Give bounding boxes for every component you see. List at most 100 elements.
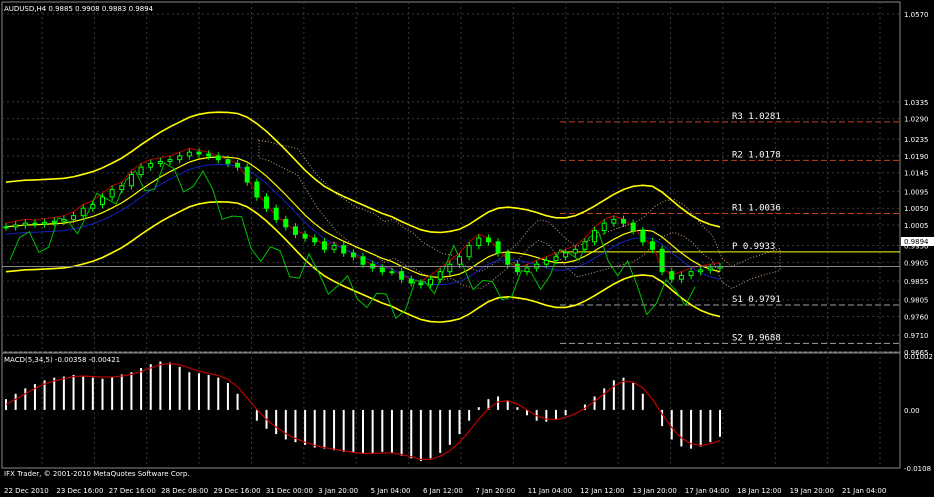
candle-body <box>90 203 96 209</box>
candle-body <box>514 263 520 273</box>
candle-body <box>707 267 713 271</box>
candle-body <box>292 226 298 235</box>
y-tick-label: 0.9855 <box>904 278 929 286</box>
candle-body <box>437 271 443 280</box>
candle-body <box>563 252 569 258</box>
pivot-label-s2: S2 0.9688 <box>732 333 781 343</box>
candle-body <box>485 237 491 243</box>
candle-body <box>157 161 163 164</box>
candle-body <box>582 241 588 250</box>
y-tick-label: 0.9905 <box>904 259 929 267</box>
macd-panel <box>5 361 721 462</box>
chart-canvas[interactable]: R3 1.0281 R2 1.0178 R1 1.0036 P 0.9933 S1 0.… <box>0 0 934 497</box>
candle-body <box>688 271 694 276</box>
y-tick-label: 1.0235 <box>904 136 929 144</box>
y-tick-label: 1.0095 <box>904 188 929 196</box>
candle-body <box>543 259 549 265</box>
candle-body <box>148 162 154 168</box>
candle-body <box>3 226 9 229</box>
y-tick-label: 1.0570 <box>904 11 929 19</box>
candle-body <box>572 248 578 254</box>
y-tick-label: 1.0050 <box>904 205 929 213</box>
candle-body <box>505 252 511 265</box>
candle-body <box>51 220 57 223</box>
pivot-label-r2: R2 1.0178 <box>732 150 781 160</box>
candle-body <box>186 151 192 157</box>
candle-body <box>456 256 462 265</box>
candle-body <box>264 196 270 209</box>
candle-body <box>698 269 704 273</box>
candle-body <box>109 189 115 198</box>
symbol-header: AUDUSD,H4 0.9885 0.9908 0.9883 0.9894 <box>4 5 154 13</box>
y-tick-label: 1.0145 <box>904 170 929 178</box>
candle-body <box>138 166 144 176</box>
pivot-label-r3: R3 1.0281 <box>732 112 781 122</box>
candle-body <box>128 174 134 187</box>
candle-body <box>466 245 472 258</box>
candle-body <box>13 224 19 228</box>
x-tick-label: 6 Jan 12:00 <box>423 487 463 495</box>
candle-body <box>42 221 48 225</box>
x-tick-label: 12 Jan 12:00 <box>580 487 624 495</box>
candle-body <box>71 215 77 220</box>
y-tick-label: 1.0335 <box>904 99 929 107</box>
candle-body <box>611 218 617 224</box>
y-tick-label: 1.0290 <box>904 116 929 124</box>
candle-body <box>592 230 598 243</box>
candle-body <box>225 159 231 164</box>
pivot-label-p: P 0.9933 <box>732 242 775 252</box>
pivot-lines: R3 1.0281 R2 1.0178 R1 1.0036 P 0.9933 S1 0.… <box>560 112 900 344</box>
x-tick-label: 27 Dec 16:00 <box>109 487 156 495</box>
candle-body <box>669 271 675 280</box>
y-tick-label: 1.0005 <box>904 222 929 230</box>
macd-y-tick-label: 0.00 <box>904 407 920 415</box>
x-tick-label: 22 Dec 2010 <box>4 487 49 495</box>
y-tick-label: 0.9710 <box>904 332 929 340</box>
candle-body <box>254 181 260 198</box>
candle-body <box>659 248 665 273</box>
candle-body <box>215 155 221 161</box>
candle-body <box>389 271 395 274</box>
pivot-label-s1: S1 0.9791 <box>732 295 781 305</box>
copyright-text: IFX Trader, © 2001-2010 MetaQuotes Softw… <box>4 470 190 478</box>
y-tick-label: 1.0190 <box>904 153 929 161</box>
x-tick-label: 18 Jan 12:00 <box>737 487 781 495</box>
x-tick-label: 5 Jan 04:00 <box>371 487 411 495</box>
candle-body <box>235 162 241 168</box>
candle-body <box>244 166 250 183</box>
y-tick-label: 0.9760 <box>904 314 929 322</box>
candle-body <box>196 151 202 155</box>
x-tick-label: 3 Jan 20:00 <box>318 487 358 495</box>
current-price-tag: 0.9894 <box>904 238 929 246</box>
x-tick-label: 17 Jan 04:00 <box>685 487 729 495</box>
candle-body <box>640 230 646 243</box>
macd-header: MACD(5,34,5) -0.00358 -0.00421 <box>4 356 120 364</box>
x-tick-label: 23 Dec 16:00 <box>56 487 103 495</box>
candle-body <box>321 241 327 250</box>
candle-body <box>601 222 607 232</box>
candle-body <box>630 222 636 232</box>
x-tick-label: 29 Dec 16:00 <box>214 487 261 495</box>
candle-body <box>167 159 173 163</box>
candle-body <box>350 252 356 258</box>
candle-body <box>553 256 559 261</box>
candle-body <box>312 237 318 243</box>
x-tick-label: 13 Jan 20:00 <box>633 487 677 495</box>
candle-body <box>447 263 453 273</box>
x-tick-label: 7 Jan 20:00 <box>475 487 515 495</box>
y-tick-label: 0.9805 <box>904 297 929 305</box>
macd-frame <box>1 352 901 469</box>
candle-body <box>22 222 28 226</box>
candle-body <box>379 267 385 273</box>
candle-body <box>399 271 405 280</box>
x-tick-label: 21 Jan 04:00 <box>842 487 886 495</box>
grid <box>1 1 901 469</box>
candle-body <box>476 237 482 247</box>
macd-y-tick-label: 0.01002 <box>904 353 933 361</box>
candle-body <box>428 278 434 286</box>
x-tick-label: 11 Jan 04:00 <box>528 487 572 495</box>
candle-body <box>621 218 627 224</box>
chart-window[interactable]: R3 1.0281 R2 1.0178 R1 1.0036 P 0.9933 S1 0.… <box>0 0 934 497</box>
candle-body <box>341 245 347 254</box>
candle-body <box>331 245 337 250</box>
